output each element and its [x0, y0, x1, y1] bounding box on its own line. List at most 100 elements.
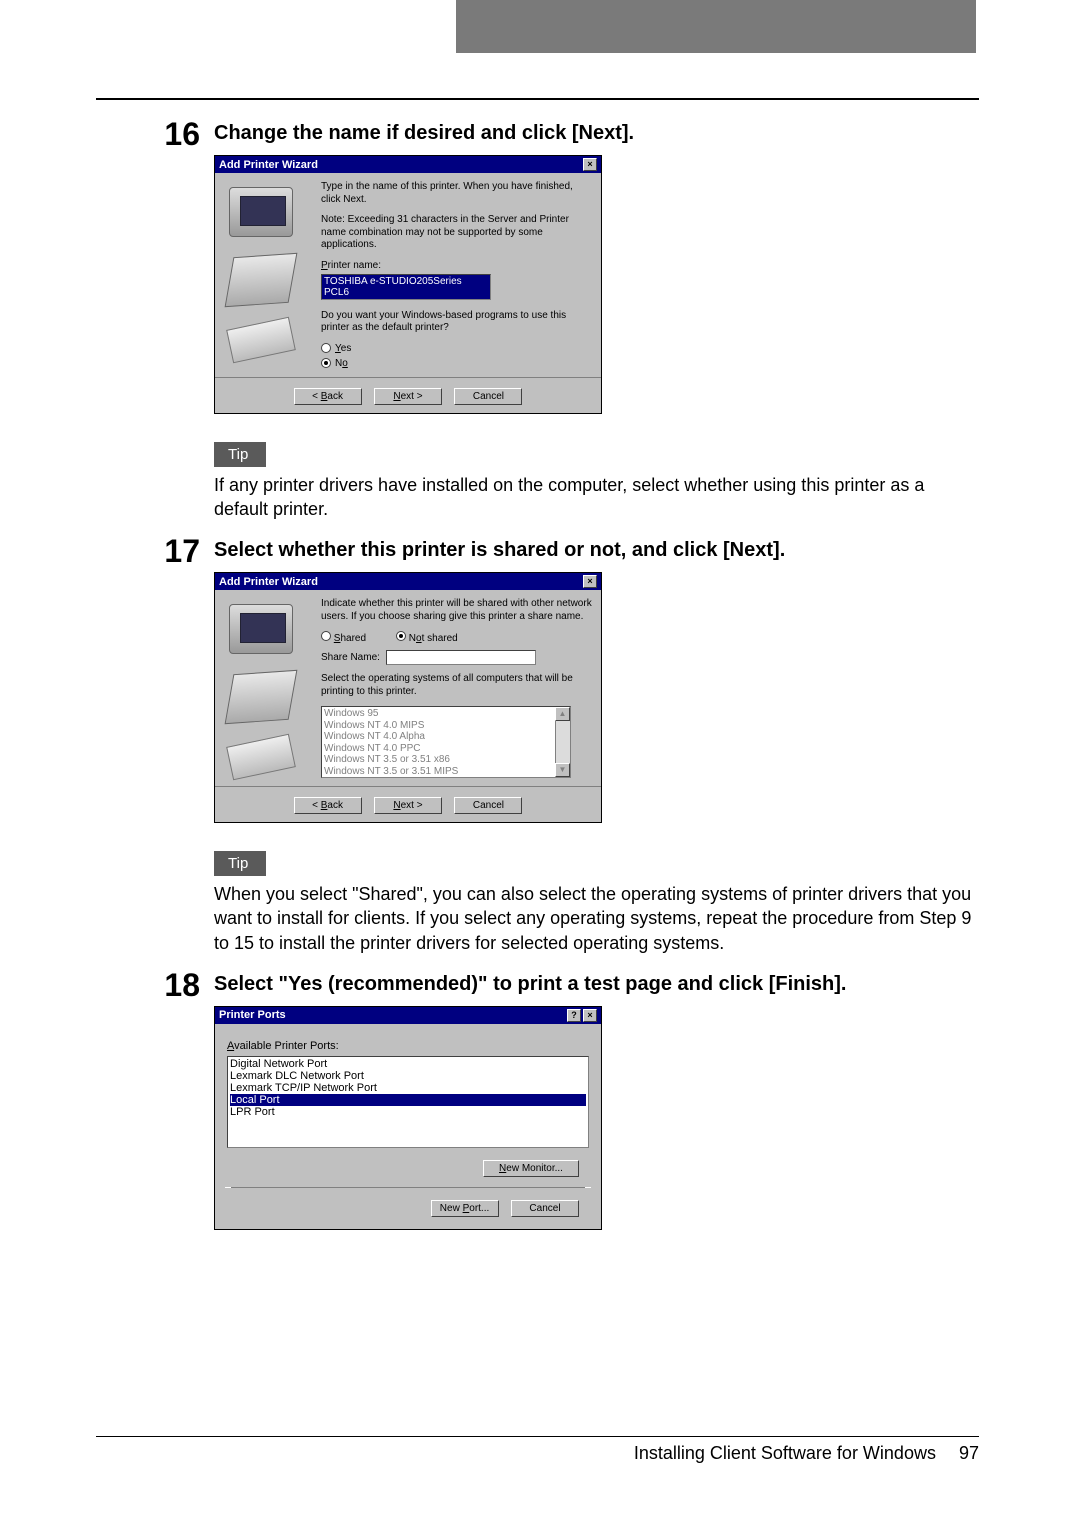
step-16-body: Change the name if desired and click [Ne…	[214, 118, 979, 527]
list-item-selected[interactable]: Local Port	[230, 1094, 586, 1106]
dialog-button-row: < Back Next > Cancel	[215, 786, 601, 822]
bottom-button-row: New Port... Cancel	[225, 1187, 591, 1229]
documents-icon	[226, 317, 296, 364]
radio-no-row[interactable]: No	[321, 358, 593, 369]
titlebar-buttons: ? ×	[567, 1009, 597, 1022]
next-button[interactable]: Next >	[374, 797, 442, 814]
step-17-heading: Select whether this printer is shared or…	[214, 539, 979, 562]
list-item[interactable]: Lexmark DLC Network Port	[230, 1070, 586, 1082]
radio-icon	[321, 343, 331, 353]
header-gray-block	[456, 0, 976, 53]
tip-label: Tip	[214, 851, 266, 876]
tip-text-16: If any printer drivers have installed on…	[214, 473, 979, 522]
help-icon[interactable]: ?	[567, 1009, 581, 1022]
radio-not-shared[interactable]: Not shared	[396, 631, 458, 644]
dialog-body: Type in the name of this printer. When y…	[215, 173, 601, 377]
add-printer-wizard-share-dialog: Add Printer Wizard × Indicate whether th…	[214, 572, 602, 823]
close-icon[interactable]: ×	[583, 158, 597, 171]
step-16-heading: Change the name if desired and click [Ne…	[214, 122, 979, 145]
step-16-number: 16	[96, 118, 214, 150]
list-item[interactable]: Lexmark TCP/IP Network Port	[230, 1082, 586, 1094]
step-18-body: Select "Yes (recommended)" to print a te…	[214, 969, 979, 1230]
close-icon[interactable]: ×	[583, 575, 597, 588]
list-item[interactable]: LPR Port	[230, 1106, 586, 1118]
documents-icon	[226, 734, 296, 781]
tip-label: Tip	[214, 442, 266, 467]
dialog-main: Indicate whether this printer will be sh…	[321, 598, 593, 778]
list-item: Windows NT 4.0 MIPS	[324, 720, 568, 732]
page-content: 16 Change the name if desired and click …	[96, 110, 979, 1230]
radio-icon	[321, 631, 331, 641]
dialog-title-text: Add Printer Wizard	[219, 576, 318, 588]
list-item: Windows NT 4.0 PPC	[324, 743, 568, 755]
monitor-icon	[229, 604, 293, 654]
radio-no-label: No	[335, 358, 348, 369]
wizard-sidebar-graphic	[223, 598, 311, 778]
os-intro-text: Select the operating systems of all comp…	[321, 673, 593, 698]
share-intro-text: Indicate whether this printer will be sh…	[321, 598, 593, 623]
dialog-button-row: < Back Next > Cancel	[215, 377, 601, 413]
printer-name-input[interactable]: TOSHIBA e-STUDIO205Series PCL6	[321, 274, 491, 300]
list-item[interactable]: Digital Network Port	[230, 1058, 586, 1070]
back-button[interactable]: < Back	[294, 797, 362, 814]
step-18-number: 18	[96, 969, 214, 1001]
dialog-title-text: Printer Ports	[219, 1009, 286, 1021]
intro-text: Type in the name of this printer. When y…	[321, 181, 593, 206]
top-rule	[96, 98, 979, 100]
list-item: Windows NT 3.5 or 3.51 x86	[324, 754, 568, 766]
dialog-titlebar: Add Printer Wizard ×	[215, 156, 601, 173]
monitor-icon	[229, 187, 293, 237]
default-printer-question: Do you want your Windows-based programs …	[321, 310, 593, 335]
step-17: 17 Select whether this printer is shared…	[96, 535, 979, 961]
dialog-titlebar: Printer Ports ? ×	[215, 1007, 601, 1024]
step-17-body: Select whether this printer is shared or…	[214, 535, 979, 961]
page-footer: Installing Client Software for Windows 9…	[96, 1436, 979, 1464]
dialog-main: Type in the name of this printer. When y…	[321, 181, 593, 369]
radio-icon	[321, 358, 331, 368]
cancel-button[interactable]: Cancel	[511, 1200, 579, 1217]
step-16: 16 Change the name if desired and click …	[96, 118, 979, 527]
scroll-up-icon[interactable]: ▲	[555, 707, 570, 721]
dialog-body: Available Printer Ports: Digital Network…	[215, 1024, 601, 1229]
printer-name-label: Printer name:	[321, 260, 593, 271]
radio-icon	[396, 631, 406, 641]
back-button[interactable]: < Back	[294, 388, 362, 405]
dialog-title-text: Add Printer Wizard	[219, 159, 318, 171]
wizard-sidebar-graphic	[223, 181, 311, 369]
note-text: Note: Exceeding 31 characters in the Ser…	[321, 214, 593, 252]
share-name-label: Share Name:	[321, 652, 380, 663]
tip-text-17: When you select "Shared", you can also s…	[214, 882, 979, 955]
close-icon[interactable]: ×	[583, 1009, 597, 1022]
radio-yes-label: Yes	[335, 343, 351, 354]
printer-icon	[225, 670, 298, 724]
cancel-button[interactable]: Cancel	[454, 797, 522, 814]
step-17-number: 17	[96, 535, 214, 567]
step-18: 18 Select "Yes (recommended)" to print a…	[96, 969, 979, 1230]
share-name-row: Share Name:	[321, 650, 593, 665]
available-ports-label: Available Printer Ports:	[227, 1040, 591, 1052]
share-name-input[interactable]	[386, 650, 536, 665]
cancel-button[interactable]: Cancel	[454, 388, 522, 405]
printer-icon	[225, 253, 298, 307]
list-item: Windows NT 4.0 Alpha	[324, 731, 568, 743]
add-printer-wizard-name-dialog: Add Printer Wizard × Type in the name of…	[214, 155, 602, 414]
printer-ports-dialog: Printer Ports ? × Available Printer Port…	[214, 1006, 602, 1230]
dialog-body: Indicate whether this printer will be sh…	[215, 590, 601, 786]
list-item: Windows NT 3.5 or 3.51 MIPS	[324, 766, 568, 778]
radio-shared[interactable]: Shared	[321, 631, 366, 644]
new-port-button[interactable]: New Port...	[431, 1200, 499, 1217]
page-number: 97	[959, 1443, 979, 1463]
dialog-titlebar: Add Printer Wizard ×	[215, 573, 601, 590]
ports-listbox[interactable]: Digital Network Port Lexmark DLC Network…	[227, 1056, 589, 1148]
step-18-heading: Select "Yes (recommended)" to print a te…	[214, 973, 979, 996]
footer-text: Installing Client Software for Windows	[634, 1443, 936, 1463]
share-radio-row: Shared Not shared	[321, 631, 593, 644]
new-monitor-row: New Monitor...	[225, 1148, 591, 1181]
os-listbox[interactable]: Windows 95 Windows NT 4.0 MIPS Windows N…	[321, 706, 571, 778]
radio-yes-row[interactable]: Yes	[321, 343, 593, 354]
scrollbar[interactable]: ▲ ▼	[555, 707, 570, 777]
list-item: Windows 95	[324, 708, 568, 720]
scroll-down-icon[interactable]: ▼	[555, 763, 570, 777]
next-button[interactable]: Next >	[374, 388, 442, 405]
new-monitor-button[interactable]: New Monitor...	[483, 1160, 579, 1177]
